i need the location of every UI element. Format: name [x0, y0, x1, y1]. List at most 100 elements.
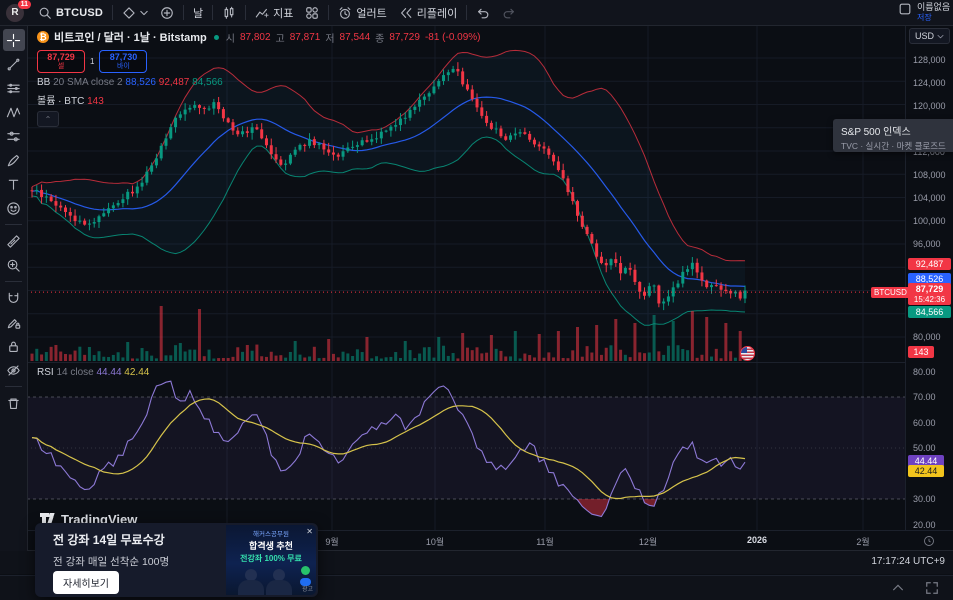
change-value: -81 (-0.09%)	[425, 32, 481, 43]
axis-tick: 30.00	[913, 494, 936, 504]
tool-magnet[interactable]	[3, 287, 25, 309]
tool-trend-line[interactable]	[3, 53, 25, 75]
tool-brush[interactable]	[3, 149, 25, 171]
currency-selector[interactable]: USD	[909, 28, 950, 44]
alert-button[interactable]: 얼러트	[332, 0, 392, 25]
crosshair-icon	[6, 33, 21, 48]
tool-emoji[interactable]	[3, 197, 25, 219]
time-tick: 12월	[628, 535, 668, 548]
chart-legend: ₿ 비트코인 / 달러 · 1날 · Bitstamp 시87,802 고87,…	[37, 29, 481, 127]
tool-draw-lock[interactable]	[3, 311, 25, 333]
rsi-params: 14 close	[56, 367, 93, 378]
time-tick: 2026	[737, 535, 777, 545]
axis-tick: 104,000	[913, 193, 946, 203]
magnet-icon	[6, 291, 21, 306]
spread-value: 1	[90, 57, 94, 66]
separator	[466, 5, 467, 20]
emoji-icon	[6, 201, 21, 216]
person-silhouette	[238, 569, 264, 595]
layout-name-block[interactable]: 이름없음 저장	[917, 2, 951, 23]
bb-params: 20 SMA close 2	[53, 77, 122, 88]
rsi-pane[interactable]	[27, 363, 905, 530]
tool-remove-all[interactable]	[3, 392, 25, 414]
open-label: 시	[226, 30, 235, 45]
tool-zoom-in[interactable]	[3, 254, 25, 276]
time-tick: 10월	[415, 535, 455, 548]
ad-close-icon[interactable]: ✕	[306, 527, 313, 536]
us-flag-event-icon[interactable]	[740, 346, 755, 361]
axis-tick: 128,000	[913, 55, 946, 65]
bb-legend-row[interactable]: BB 20 SMA close 2 88,526 92,487 84,566	[37, 77, 481, 88]
buy-button[interactable]: 87,730 바이	[99, 50, 147, 73]
trend-line-icon	[6, 57, 21, 72]
price-axis[interactable]: USD 128,000124,000120,000116,000112,0001…	[905, 25, 953, 530]
volume-legend-row[interactable]: 볼륨 · BTC 143	[37, 92, 481, 107]
close-label: 종	[375, 30, 384, 45]
bb-title: BB	[37, 77, 50, 88]
layout-icon[interactable]	[898, 2, 912, 16]
undo-arrow-icon	[476, 6, 490, 20]
tool-horizontal-lines[interactable]	[3, 77, 25, 99]
toolbar-divider	[5, 281, 22, 282]
bb-upper-value: 92,487	[159, 77, 190, 88]
indicators-button[interactable]: 지표	[249, 0, 299, 25]
axis-tick: 124,000	[913, 78, 946, 88]
draw-lock-icon	[6, 315, 21, 330]
person-silhouette	[266, 569, 292, 595]
symbol-title[interactable]: 비트코인 / 달러 · 1날 · Bitstamp	[54, 29, 207, 45]
ad-tag: 광고	[302, 584, 313, 593]
ad-cta-button[interactable]: 자세히보기	[53, 571, 119, 594]
axis-tick: 120,000	[913, 101, 946, 111]
legend-collapse-button[interactable]: ⌃	[37, 111, 59, 127]
ad-card: 전 강좌 14일 무료수강 전 강좌 매일 선착순 100명 자세히보기 ✕ 해…	[35, 523, 318, 597]
redo-button[interactable]	[496, 0, 522, 25]
remove-all-icon	[6, 396, 21, 411]
symbol-search-button[interactable]: BTCUSD	[32, 0, 109, 25]
replay-button[interactable]: 리플레이	[393, 0, 463, 25]
save-layout-link[interactable]: 저장	[917, 12, 951, 23]
separator	[212, 5, 213, 20]
ad-banner[interactable]: ✕ 해커스공무원 합격생 추천 전강좌 100% 무료 광고	[226, 525, 316, 595]
bb-basis-value: 88,526	[125, 77, 156, 88]
forecast-icon	[6, 129, 21, 144]
rsi-legend-row[interactable]: RSI 14 close 44.44 42.44	[37, 367, 149, 378]
notification-badge: 11	[18, 0, 31, 9]
open-value: 87,802	[240, 32, 271, 43]
compare-button[interactable]	[154, 0, 180, 25]
market-status-dot	[214, 35, 219, 40]
tool-xabcd-pattern[interactable]	[3, 101, 25, 123]
timeframe-button[interactable]: 날	[187, 0, 209, 25]
toolbar-divider	[5, 224, 22, 225]
pane-divider[interactable]	[0, 362, 953, 363]
rsi-value: 44.44	[96, 367, 121, 378]
clock-icon	[923, 535, 935, 547]
undo-button[interactable]	[470, 0, 496, 25]
user-avatar[interactable]: R 11	[6, 4, 24, 22]
symbol-tooltip: S&P 500 인덱스 TVC · 실시간 · 마켓 클로즈드	[833, 119, 953, 152]
drawing-toolbar	[0, 25, 28, 554]
xabcd-pattern-icon	[6, 105, 21, 120]
symbol-flag-button[interactable]	[116, 0, 154, 25]
bb-lower-value: 84,566	[192, 77, 223, 88]
chevron-up-icon[interactable]	[891, 581, 905, 595]
tool-lock-all[interactable]	[3, 335, 25, 357]
time-tick: 9월	[312, 535, 352, 548]
tool-forecast[interactable]	[3, 125, 25, 147]
sell-button[interactable]: 87,729 셀	[37, 50, 85, 73]
indicator-templates-button[interactable]	[299, 0, 325, 25]
hide-all-icon	[6, 363, 21, 378]
horizontal-lines-icon	[6, 81, 21, 96]
session-clock[interactable]: 17:17:24 UTC+9	[871, 556, 945, 567]
tool-text[interactable]	[3, 173, 25, 195]
tool-hide-all[interactable]	[3, 359, 25, 381]
timezone-button[interactable]	[905, 531, 953, 550]
tool-crosshair[interactable]	[3, 29, 25, 51]
zoom-in-icon	[6, 258, 21, 273]
chart-type-button[interactable]	[216, 0, 242, 25]
alert-label: 얼러트	[356, 5, 386, 21]
tool-ruler[interactable]	[3, 230, 25, 252]
text-icon	[6, 177, 21, 192]
fullscreen-icon[interactable]	[925, 581, 939, 595]
sell-price: 87,729	[47, 53, 75, 62]
bitcoin-icon: ₿	[37, 31, 49, 43]
